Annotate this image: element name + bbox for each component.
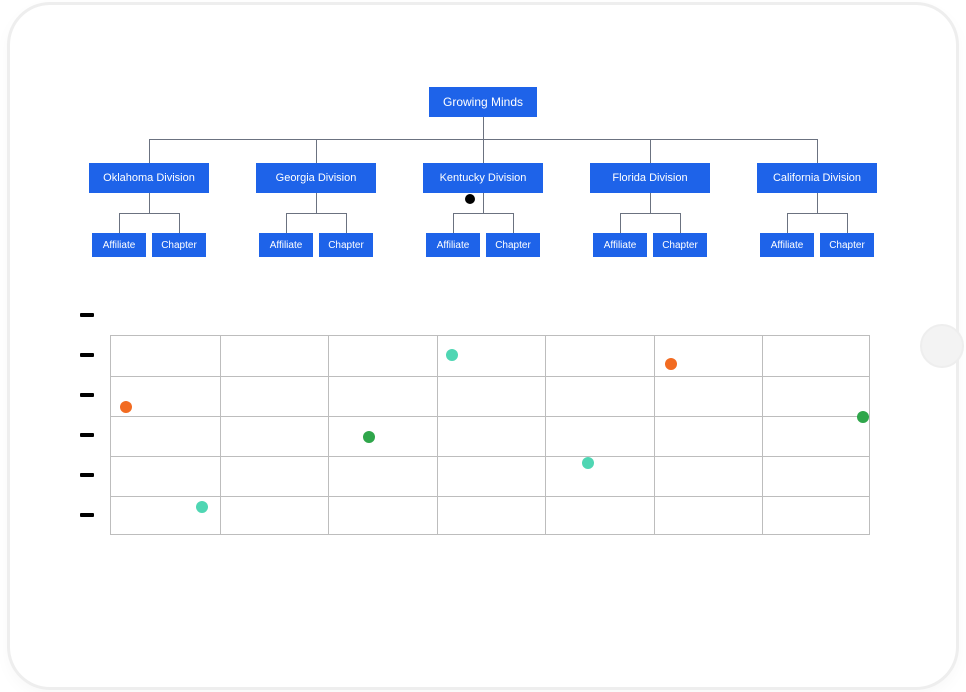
org-leaf-affiliate[interactable]: Affiliate [593,233,647,257]
connector [787,213,848,214]
y-tick [80,353,94,357]
org-leaf-chapter[interactable]: Chapter [486,233,540,257]
connector [453,213,514,214]
connector [620,213,681,214]
chart-dot-teal [446,349,458,361]
org-leaf-chapter[interactable]: Chapter [319,233,373,257]
org-division-oklahoma[interactable]: Oklahoma Division [89,163,209,193]
chart-dot-orange [120,401,132,413]
org-leaf-label: Affiliate [103,240,136,251]
connector [119,213,120,233]
org-division-georgia[interactable]: Georgia Division [256,163,376,193]
org-leaf-label: Chapter [829,240,865,251]
connector [179,213,180,233]
y-tick [80,393,94,397]
grid-vline [437,336,438,534]
connector [483,139,484,163]
org-leaf-affiliate[interactable]: Affiliate [426,233,480,257]
connector [620,213,621,233]
connector [286,213,347,214]
org-division-label: Florida Division [612,172,687,184]
org-division-florida[interactable]: Florida Division [590,163,710,193]
connector [149,193,150,213]
connector [119,213,180,214]
org-leaf-affiliate[interactable]: Affiliate [92,233,146,257]
y-tick [80,313,94,317]
org-leaf-chapter[interactable]: Chapter [820,233,874,257]
grid-vline [328,336,329,534]
connector [650,139,651,163]
chart-grid [110,335,870,535]
grid-vline [654,336,655,534]
org-division-label: Georgia Division [276,172,357,184]
connector [483,193,484,213]
org-leaf-label: Affiliate [771,240,804,251]
connector [316,193,317,213]
scatter-chart [70,305,896,565]
y-tick [80,513,94,517]
grid-hline [111,416,869,417]
connector [650,193,651,213]
org-marker-dot [465,194,475,204]
connector [787,213,788,233]
grid-vline [220,336,221,534]
org-leaf-label: Affiliate [270,240,303,251]
grid-hline [111,496,869,497]
y-tick [80,473,94,477]
connector [817,193,818,213]
connector [817,139,818,163]
org-division-label: California Division [773,172,861,184]
org-leaf-label: Chapter [161,240,197,251]
chart-dot-teal [196,501,208,513]
grid-hline [111,456,869,457]
connector [346,213,347,233]
org-leaf-label: Affiliate [604,240,637,251]
tablet-home-button[interactable] [920,324,964,368]
connector [316,139,317,163]
org-chart: Growing Minds Oklahoma Division Affiliat… [70,35,896,285]
org-leaf-label: Affiliate [437,240,470,251]
org-leaf-affiliate[interactable]: Affiliate [760,233,814,257]
org-root-node[interactable]: Growing Minds [429,87,537,117]
org-leaf-affiliate[interactable]: Affiliate [259,233,313,257]
connector [847,213,848,233]
org-division-label: Oklahoma Division [103,172,195,184]
chart-dot-teal [582,457,594,469]
connector [149,139,150,163]
connector [483,117,484,139]
grid-vline [762,336,763,534]
screen: Growing Minds Oklahoma Division Affiliat… [70,35,896,657]
connector [513,213,514,233]
org-leaf-label: Chapter [328,240,364,251]
connector [286,213,287,233]
org-leaf-label: Chapter [495,240,531,251]
grid-hline [111,376,869,377]
tablet-frame: Growing Minds Oklahoma Division Affiliat… [10,5,956,687]
org-leaf-chapter[interactable]: Chapter [152,233,206,257]
org-root-label: Growing Minds [443,95,523,109]
grid-vline [545,336,546,534]
org-leaf-chapter[interactable]: Chapter [653,233,707,257]
connector [453,213,454,233]
y-tick [80,433,94,437]
org-division-kentucky[interactable]: Kentucky Division [423,163,543,193]
org-division-label: Kentucky Division [440,172,527,184]
org-division-california[interactable]: California Division [757,163,877,193]
connector [680,213,681,233]
org-leaf-label: Chapter [662,240,698,251]
